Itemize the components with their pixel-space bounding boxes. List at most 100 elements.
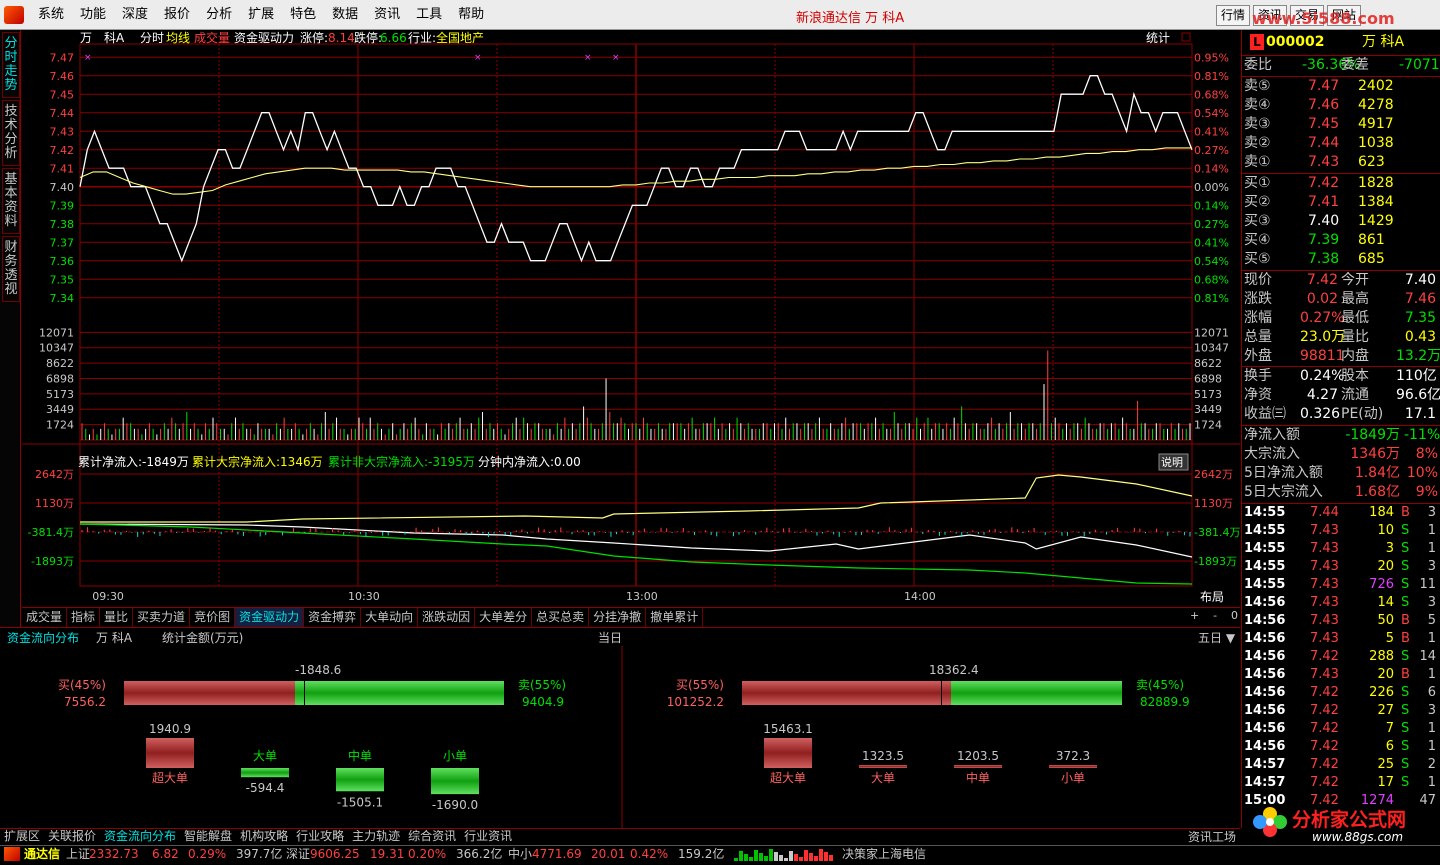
indicator-ctl-3[interactable]: 0 [1231,609,1238,622]
category-bar [146,738,194,768]
event-marker-icon: × [84,53,92,63]
bid-price: 7.38 [1308,251,1340,267]
tick-price: 7.42 [1310,757,1339,772]
volume-tick: 12071 [39,326,74,339]
time-tick: 14:00 [904,590,936,603]
tick-time: 14:55 [1244,577,1286,592]
tick-count: 3 [1427,505,1436,520]
flow-header-item: 累计非大宗净流入:-3195万 [328,454,475,469]
indicator-tab-7[interactable]: 大单动向 [361,608,419,627]
layout-button[interactable]: 布局 [1200,590,1224,604]
bottom-tab-3[interactable]: 智能解盘 [180,829,236,844]
ask-price: 7.44 [1308,135,1340,151]
bid-price: 7.42 [1308,175,1340,191]
meter-bar [784,858,788,861]
tick-volume: 25 [1377,757,1394,772]
menu-item-6[interactable]: 特色 [282,0,324,30]
ask-price: 7.46 [1308,97,1340,113]
category-name: 大单 [871,771,895,785]
stat-label: 涨幅 [1244,310,1272,326]
stat-value2: 96.6亿 [1396,387,1440,403]
info-workshop-tab[interactable]: 资讯工场 [1188,828,1236,845]
ask-volume: 2402 [1358,78,1394,94]
indicator-tab-4[interactable]: 竞价图 [190,608,236,627]
bid-price: 7.40 [1308,213,1340,229]
five-day-toggle[interactable]: 五日 ▼ [1198,629,1235,646]
fund-flow-title: 资金流向分布 [7,631,80,645]
indicator-tab-11[interactable]: 分挂净撤 [589,608,647,627]
indicator-tab-3[interactable]: 买卖力道 [133,608,191,627]
indicator-ctl-2[interactable]: - [1213,609,1217,622]
tick-count: 14 [1419,649,1436,664]
corner-logo-url: www.88gs.com [1312,830,1403,844]
side-tab-2[interactable]: 基本资料 [2,168,20,234]
meter-bar [814,856,818,861]
menu-item-8[interactable]: 资讯 [366,0,408,30]
menu-item-0[interactable]: 系统 [30,0,72,30]
tick-time: 14:56 [1244,595,1286,610]
bottom-tab-8[interactable]: 行业资讯 [460,829,516,844]
category-value: -1690.0 [432,798,478,812]
tick-time: 14:55 [1244,559,1286,574]
bottom-tab-7[interactable]: 综合资讯 [404,829,460,844]
day-toggle[interactable]: 当日 [598,629,622,646]
indicator-tab-6[interactable]: 资金搏弈 [304,608,362,627]
stat-value2: 17.1 [1404,406,1436,422]
menu-item-9[interactable]: 工具 [408,0,450,30]
menu-item-1[interactable]: 功能 [72,0,114,30]
chart-header-item: 8.14 [328,31,355,45]
flow-label: 5日大宗流入 [1244,484,1323,500]
bottom-tab-6[interactable]: 主力轨迹 [348,829,404,844]
explain-button-label[interactable]: 说明 [1161,455,1183,469]
menu-item-2[interactable]: 深度 [114,0,156,30]
stat-value: 0.326 [1300,406,1341,422]
server-name[interactable]: 决策家上海电信 [842,846,926,862]
stat-label: 涨跌 [1244,291,1272,307]
tick-side: S [1401,685,1410,700]
brand-icon [4,847,20,861]
menu-item-4[interactable]: 分析 [198,0,240,30]
tick-price: 7.44 [1310,505,1339,520]
side-tab-1[interactable]: 技术分析 [2,100,20,166]
bottom-tab-5[interactable]: 行业攻略 [292,829,348,844]
indicator-tab-12[interactable]: 撤单累计 [646,608,704,627]
tick-price: 7.43 [1310,577,1339,592]
indicator-tab-5[interactable]: 资金驱动力 [235,608,305,627]
corner-logo: 分析家公式网 www.88gs.com [1253,807,1406,844]
time-tick: 10:30 [348,590,380,603]
bottom-tab-1[interactable]: 关联报价 [44,829,100,844]
menu-item-10[interactable]: 帮助 [450,0,492,30]
indicator-tab-8[interactable]: 涨跌动因 [418,608,476,627]
pct-tick: 0.27% [1194,144,1229,157]
stats-button[interactable]: 统计 [1146,31,1170,45]
bottom-tab-0[interactable]: 扩展区 [0,829,44,844]
intraday-chart[interactable]: 万科A 分时 均线 成交量 资金驱动力 涨停: 8.14 跌停:6.66 行业: 全国地产 统计 7.… [22,30,1240,607]
stat-label: 总量 [1244,329,1272,345]
indicator-tab-1[interactable]: 指标 [67,608,101,627]
side-tab-0[interactable]: 分时走势 [2,32,20,98]
menu-item-7[interactable]: 数据 [324,0,366,30]
menu-item-5[interactable]: 扩展 [240,0,282,30]
menu-item-3[interactable]: 报价 [156,0,198,30]
top-tab-0[interactable]: 行情 [1216,5,1251,26]
category-value: -594.4 [246,781,285,795]
sh-pct: 0.29% [188,847,227,861]
tick-volume: 17 [1377,775,1394,790]
indicator-tab-2[interactable]: 量比 [100,608,134,627]
indicator-tab-10[interactable]: 总买总卖 [532,608,590,627]
sh-change: 6.82 [152,847,179,861]
app-title: 新浪通达信 万 科A [796,11,905,26]
bottom-tab-4[interactable]: 机构攻略 [236,829,292,844]
indicator-tab-9[interactable]: 大单差分 [475,608,533,627]
bottom-tab-2[interactable]: 资金流向分布 [100,829,180,844]
tick-price: 7.42 [1310,775,1339,790]
meter-bar [749,857,753,861]
tick-side: S [1401,541,1410,556]
bid-label: 买③ [1244,213,1271,229]
indicator-ctl-1[interactable]: + [1190,609,1199,622]
side-tab-3[interactable]: 财务透视 [2,236,20,302]
flow-label: 5日净流入额 [1244,465,1323,481]
indicator-tab-0[interactable]: 成交量 [22,608,68,627]
stat-value: 0.24% [1300,368,1345,384]
stat-label2: 最低 [1341,310,1369,326]
